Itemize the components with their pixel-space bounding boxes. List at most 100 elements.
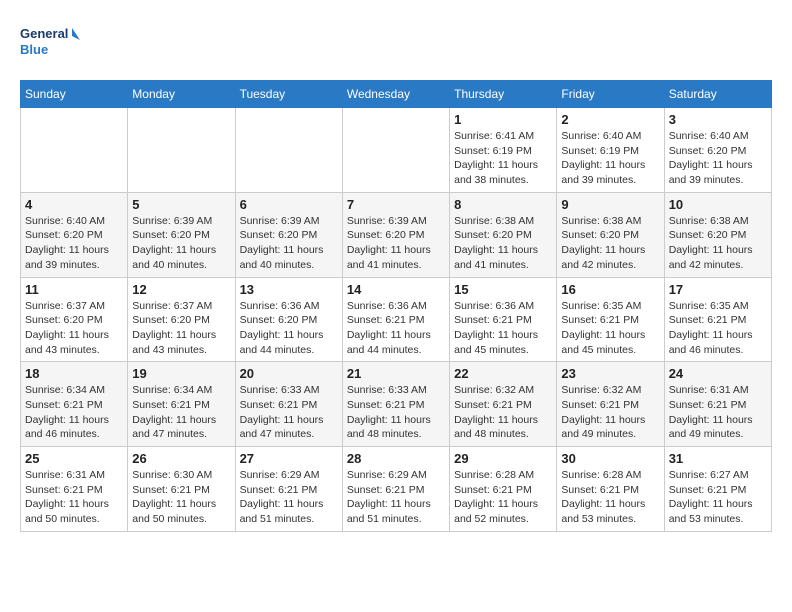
calendar-cell: 17 Sunrise: 6:35 AM Sunset: 6:21 PM Dayli… — [664, 277, 771, 362]
day-number: 3 — [669, 112, 767, 127]
logo: General Blue — [20, 20, 80, 64]
calendar-cell — [342, 108, 449, 193]
calendar-cell: 2 Sunrise: 6:40 AM Sunset: 6:19 PM Daylig… — [557, 108, 664, 193]
day-number: 11 — [25, 282, 123, 297]
calendar-week-4: 18 Sunrise: 6:34 AM Sunset: 6:21 PM Dayli… — [21, 362, 772, 447]
day-number: 24 — [669, 366, 767, 381]
calendar-cell: 12 Sunrise: 6:37 AM Sunset: 6:20 PM Dayli… — [128, 277, 235, 362]
day-info: Sunrise: 6:36 AM Sunset: 6:21 PM Dayligh… — [454, 299, 552, 358]
day-info: Sunrise: 6:39 AM Sunset: 6:20 PM Dayligh… — [347, 214, 445, 273]
weekday-header-row: SundayMondayTuesdayWednesdayThursdayFrid… — [21, 81, 772, 108]
day-number: 21 — [347, 366, 445, 381]
calendar-week-5: 25 Sunrise: 6:31 AM Sunset: 6:21 PM Dayli… — [21, 447, 772, 532]
day-number: 7 — [347, 197, 445, 212]
day-info: Sunrise: 6:34 AM Sunset: 6:21 PM Dayligh… — [25, 383, 123, 442]
calendar-cell: 10Sunrise: 6:38 AM Sunset: 6:20 PM Dayli… — [664, 192, 771, 277]
calendar-cell: 15 Sunrise: 6:36 AM Sunset: 6:21 PM Dayli… — [450, 277, 557, 362]
logo-svg: General Blue — [20, 20, 80, 64]
calendar-cell: 5Sunrise: 6:39 AM Sunset: 6:20 PM Daylig… — [128, 192, 235, 277]
day-number: 17 — [669, 282, 767, 297]
calendar-cell: 23 Sunrise: 6:32 AM Sunset: 6:21 PM Dayli… — [557, 362, 664, 447]
day-info: Sunrise: 6:38 AM Sunset: 6:20 PM Dayligh… — [454, 214, 552, 273]
day-info: Sunrise: 6:37 AM Sunset: 6:20 PM Dayligh… — [132, 299, 230, 358]
day-info: Sunrise: 6:31 AM Sunset: 6:21 PM Dayligh… — [669, 383, 767, 442]
calendar-cell: 21 Sunrise: 6:33 AM Sunset: 6:21 PM Dayli… — [342, 362, 449, 447]
calendar-table: SundayMondayTuesdayWednesdayThursdayFrid… — [20, 80, 772, 532]
day-info: Sunrise: 6:40 AM Sunset: 6:20 PM Dayligh… — [25, 214, 123, 273]
day-number: 15 — [454, 282, 552, 297]
day-number: 18 — [25, 366, 123, 381]
day-number: 6 — [240, 197, 338, 212]
calendar-cell: 8Sunrise: 6:38 AM Sunset: 6:20 PM Daylig… — [450, 192, 557, 277]
day-number: 30 — [561, 451, 659, 466]
calendar-cell: 20Sunrise: 6:33 AM Sunset: 6:21 PM Dayli… — [235, 362, 342, 447]
weekday-header-wednesday: Wednesday — [342, 81, 449, 108]
day-info: Sunrise: 6:37 AM Sunset: 6:20 PM Dayligh… — [25, 299, 123, 358]
day-info: Sunrise: 6:38 AM Sunset: 6:20 PM Dayligh… — [561, 214, 659, 273]
day-info: Sunrise: 6:31 AM Sunset: 6:21 PM Dayligh… — [25, 468, 123, 527]
day-info: Sunrise: 6:32 AM Sunset: 6:21 PM Dayligh… — [561, 383, 659, 442]
calendar-cell: 19 Sunrise: 6:34 AM Sunset: 6:21 PM Dayli… — [128, 362, 235, 447]
day-number: 26 — [132, 451, 230, 466]
weekday-header-friday: Friday — [557, 81, 664, 108]
calendar-cell: 30 Sunrise: 6:28 AM Sunset: 6:21 PM Dayli… — [557, 447, 664, 532]
day-number: 9 — [561, 197, 659, 212]
calendar-week-1: 1 Sunrise: 6:41 AM Sunset: 6:19 PM Daylig… — [21, 108, 772, 193]
weekday-header-tuesday: Tuesday — [235, 81, 342, 108]
day-number: 25 — [25, 451, 123, 466]
calendar-cell: 16 Sunrise: 6:35 AM Sunset: 6:21 PM Dayli… — [557, 277, 664, 362]
svg-text:Blue: Blue — [20, 42, 48, 57]
day-info: Sunrise: 6:40 AM Sunset: 6:20 PM Dayligh… — [669, 129, 767, 188]
day-number: 22 — [454, 366, 552, 381]
calendar-cell: 3 Sunrise: 6:40 AM Sunset: 6:20 PM Daylig… — [664, 108, 771, 193]
day-info: Sunrise: 6:36 AM Sunset: 6:21 PM Dayligh… — [347, 299, 445, 358]
calendar-cell: 26 Sunrise: 6:30 AM Sunset: 6:21 PM Dayli… — [128, 447, 235, 532]
calendar-cell: 11 Sunrise: 6:37 AM Sunset: 6:20 PM Dayli… — [21, 277, 128, 362]
day-info: Sunrise: 6:34 AM Sunset: 6:21 PM Dayligh… — [132, 383, 230, 442]
svg-text:General: General — [20, 26, 68, 41]
day-info: Sunrise: 6:30 AM Sunset: 6:21 PM Dayligh… — [132, 468, 230, 527]
day-info: Sunrise: 6:28 AM Sunset: 6:21 PM Dayligh… — [561, 468, 659, 527]
day-info: Sunrise: 6:36 AM Sunset: 6:20 PM Dayligh… — [240, 299, 338, 358]
weekday-header-sunday: Sunday — [21, 81, 128, 108]
day-number: 1 — [454, 112, 552, 127]
calendar-cell: 28 Sunrise: 6:29 AM Sunset: 6:21 PM Dayli… — [342, 447, 449, 532]
day-info: Sunrise: 6:29 AM Sunset: 6:21 PM Dayligh… — [347, 468, 445, 527]
day-info: Sunrise: 6:27 AM Sunset: 6:21 PM Dayligh… — [669, 468, 767, 527]
day-number: 12 — [132, 282, 230, 297]
day-number: 16 — [561, 282, 659, 297]
day-info: Sunrise: 6:39 AM Sunset: 6:20 PM Dayligh… — [240, 214, 338, 273]
day-info: Sunrise: 6:35 AM Sunset: 6:21 PM Dayligh… — [561, 299, 659, 358]
day-info: Sunrise: 6:35 AM Sunset: 6:21 PM Dayligh… — [669, 299, 767, 358]
day-number: 23 — [561, 366, 659, 381]
calendar-cell: 7 Sunrise: 6:39 AM Sunset: 6:20 PM Daylig… — [342, 192, 449, 277]
calendar-week-2: 4Sunrise: 6:40 AM Sunset: 6:20 PM Daylig… — [21, 192, 772, 277]
calendar-cell: 27 Sunrise: 6:29 AM Sunset: 6:21 PM Dayli… — [235, 447, 342, 532]
calendar-cell: 31Sunrise: 6:27 AM Sunset: 6:21 PM Dayli… — [664, 447, 771, 532]
day-number: 27 — [240, 451, 338, 466]
day-info: Sunrise: 6:41 AM Sunset: 6:19 PM Dayligh… — [454, 129, 552, 188]
day-info: Sunrise: 6:28 AM Sunset: 6:21 PM Dayligh… — [454, 468, 552, 527]
day-info: Sunrise: 6:29 AM Sunset: 6:21 PM Dayligh… — [240, 468, 338, 527]
day-info: Sunrise: 6:40 AM Sunset: 6:19 PM Dayligh… — [561, 129, 659, 188]
day-number: 14 — [347, 282, 445, 297]
day-number: 2 — [561, 112, 659, 127]
day-info: Sunrise: 6:38 AM Sunset: 6:20 PM Dayligh… — [669, 214, 767, 273]
day-info: Sunrise: 6:33 AM Sunset: 6:21 PM Dayligh… — [240, 383, 338, 442]
calendar-cell: 4Sunrise: 6:40 AM Sunset: 6:20 PM Daylig… — [21, 192, 128, 277]
calendar-cell: 25 Sunrise: 6:31 AM Sunset: 6:21 PM Dayli… — [21, 447, 128, 532]
day-info: Sunrise: 6:39 AM Sunset: 6:20 PM Dayligh… — [132, 214, 230, 273]
day-number: 28 — [347, 451, 445, 466]
day-info: Sunrise: 6:33 AM Sunset: 6:21 PM Dayligh… — [347, 383, 445, 442]
day-number: 19 — [132, 366, 230, 381]
weekday-header-saturday: Saturday — [664, 81, 771, 108]
calendar-cell: 18 Sunrise: 6:34 AM Sunset: 6:21 PM Dayli… — [21, 362, 128, 447]
calendar-week-3: 11 Sunrise: 6:37 AM Sunset: 6:20 PM Dayli… — [21, 277, 772, 362]
calendar-cell: 24 Sunrise: 6:31 AM Sunset: 6:21 PM Dayli… — [664, 362, 771, 447]
day-number: 29 — [454, 451, 552, 466]
calendar-cell — [128, 108, 235, 193]
calendar-cell: 13Sunrise: 6:36 AM Sunset: 6:20 PM Dayli… — [235, 277, 342, 362]
calendar-cell — [235, 108, 342, 193]
calendar-cell: 9 Sunrise: 6:38 AM Sunset: 6:20 PM Daylig… — [557, 192, 664, 277]
calendar-cell: 29 Sunrise: 6:28 AM Sunset: 6:21 PM Dayli… — [450, 447, 557, 532]
